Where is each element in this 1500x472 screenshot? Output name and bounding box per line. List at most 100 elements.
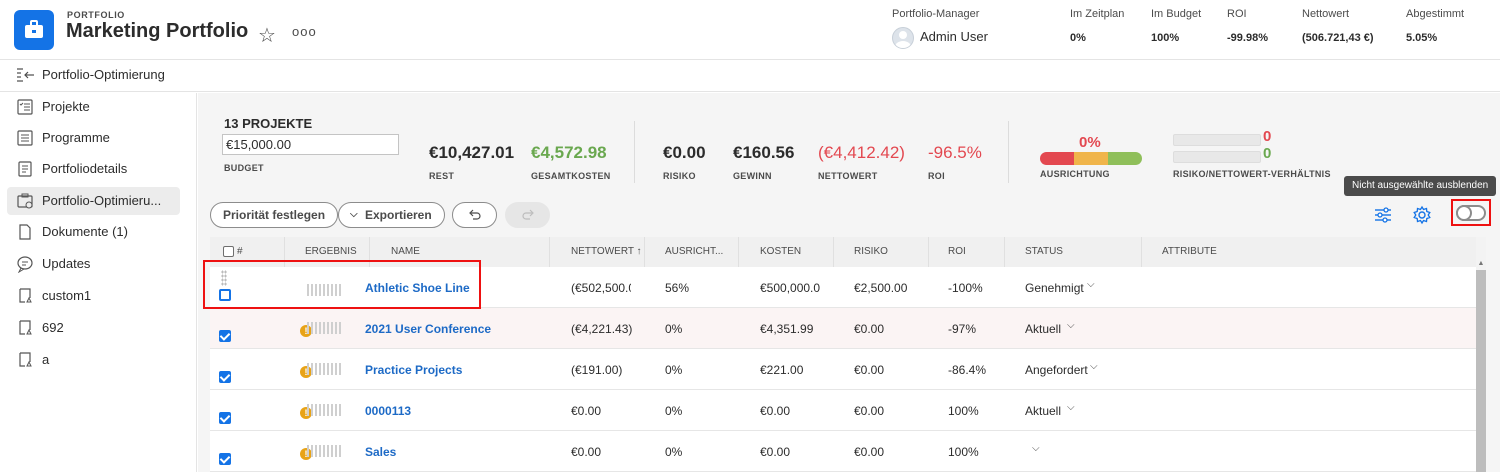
sub-header-title: Portfolio-Optimierung — [42, 67, 165, 82]
sidebar-item-label: 692 — [42, 320, 64, 335]
chevron-down-icon[interactable]: ⌵ — [1067, 320, 1075, 331]
redo-button[interactable] — [505, 202, 550, 228]
ausrichtung-cell: 0% — [665, 322, 683, 336]
chevron-down-icon[interactable]: ⌵ — [1032, 443, 1040, 454]
details-icon — [18, 161, 32, 177]
column-header-risiko[interactable]: RISIKO — [834, 237, 929, 267]
roi-cell: 100% — [948, 445, 979, 459]
column-header-status[interactable]: STATUS — [1005, 237, 1142, 267]
roi-label: ROI — [928, 171, 945, 181]
table-row[interactable]: ! Sales €0.00 0% €0.00 €0.00 100% ⌵ — [210, 431, 1476, 472]
sub-header: Portfolio-Optimierung — [0, 60, 1500, 92]
column-header-roi[interactable]: ROI — [929, 237, 1005, 267]
roi-cell: 100% — [948, 404, 979, 418]
budget-input[interactable] — [222, 134, 399, 155]
more-options-icon[interactable]: ooo — [292, 24, 317, 39]
collapse-back-icon[interactable] — [16, 67, 36, 86]
nettowert-cell: €0.00 — [571, 445, 602, 459]
profit-value: €160.56 — [733, 143, 795, 162]
kosten-cell: €0.00 — [760, 404, 791, 418]
project-name-link[interactable]: Practice Projects — [365, 363, 462, 377]
result-indicator — [307, 322, 341, 334]
project-name-link[interactable]: 0000113 — [365, 404, 411, 418]
column-header-attribute[interactable]: ATTRIBUTE — [1142, 237, 1478, 267]
star-icon[interactable]: ☆ — [258, 23, 276, 48]
custom-icon — [19, 352, 32, 367]
sidebar-item-dokumente[interactable]: Dokumente (1) — [7, 218, 180, 246]
aligned-value: 5.05% — [1406, 32, 1438, 44]
alignment-bar — [1040, 152, 1142, 165]
ausrichtung-cell: 56% — [665, 281, 690, 295]
budget-label: BUDGET — [224, 163, 264, 173]
ausrichtung-cell: 0% — [665, 404, 683, 418]
project-name-link[interactable]: 2021 User Conference — [365, 322, 491, 336]
on-schedule-value: 0% — [1070, 32, 1086, 44]
nettowert-cell: (€4,221.43) — [571, 322, 633, 336]
sidebar-item-a[interactable]: a — [7, 346, 180, 374]
portfolio-label: PORTFOLIO — [67, 10, 125, 20]
sidebar-item-programme[interactable]: Programme — [7, 124, 180, 152]
table-row[interactable]: ! 2021 User Conference (€4,221.43) 0% €4… — [210, 308, 1476, 349]
net-value-value: (506.721,43 €) — [1302, 32, 1374, 44]
table-row[interactable]: ! 0000113 €0.00 0% €0.00 €0.00 100% Aktu… — [210, 390, 1476, 431]
export-button[interactable]: ⌵ Exportieren — [338, 202, 445, 228]
sidebar: Projekte Programme Portfoliodetails Port… — [0, 93, 197, 472]
sidebar-item-portfolio-optimierung[interactable]: Portfolio-Optimieru... — [7, 187, 180, 215]
select-all-checkbox[interactable] — [223, 246, 234, 257]
rest-label: REST — [429, 171, 455, 181]
row-checkbox[interactable] — [219, 453, 231, 465]
sidebar-item-692[interactable]: 692 — [7, 314, 180, 342]
scrollbar-thumb[interactable] — [1476, 270, 1486, 472]
highlight-box — [203, 260, 481, 309]
result-indicator — [307, 404, 341, 416]
status-cell[interactable]: Aktuell — [1025, 404, 1061, 418]
gear-icon[interactable] — [1412, 205, 1432, 225]
risiko-cell: €0.00 — [854, 404, 885, 418]
custom-icon — [19, 320, 32, 335]
chevron-down-icon[interactable]: ⌵ — [1090, 361, 1098, 372]
set-priority-button[interactable]: Priorität festlegen — [210, 202, 339, 228]
undo-button[interactable] — [452, 202, 497, 228]
total-cost-label: GESAMTKOSTEN — [531, 171, 611, 181]
sidebar-item-label: Updates — [42, 256, 91, 271]
column-header-kosten[interactable]: KOSTEN — [739, 237, 834, 267]
row-checkbox[interactable] — [219, 412, 231, 424]
on-budget-label: Im Budget — [1151, 8, 1202, 20]
filter-settings-icon[interactable] — [1373, 205, 1393, 225]
column-header-nettowert[interactable]: NETTOWERT ↑ — [550, 237, 645, 267]
status-cell[interactable]: Angefordert — [1025, 363, 1088, 377]
sidebar-item-custom1[interactable]: custom1 — [7, 282, 180, 310]
ausrichtung-cell: 0% — [665, 363, 683, 377]
roi-label: ROI — [1227, 8, 1247, 20]
portfolio-app-icon[interactable] — [14, 10, 54, 50]
sidebar-item-projekte[interactable]: Projekte — [7, 93, 180, 121]
chevron-down-icon[interactable]: ⌵ — [1087, 279, 1095, 290]
status-cell[interactable]: Aktuell — [1025, 322, 1061, 336]
chevron-down-icon: ⌵ — [350, 209, 358, 220]
roi-cell: -97% — [948, 322, 977, 336]
sidebar-item-portfoliodetails[interactable]: Portfoliodetails — [7, 155, 180, 183]
row-checkbox[interactable] — [219, 330, 231, 342]
app-header: PORTFOLIO Marketing Portfolio ☆ ooo Port… — [0, 0, 1500, 60]
risk-label: RISIKO — [663, 171, 696, 181]
status-cell[interactable]: Genehmigt — [1025, 281, 1084, 295]
roi-cell: -86.4% — [948, 363, 987, 377]
sidebar-item-updates[interactable]: Updates — [7, 250, 180, 278]
chevron-down-icon[interactable]: ⌵ — [1067, 402, 1075, 413]
hide-unselected-toggle[interactable] — [1456, 205, 1486, 221]
row-checkbox[interactable] — [219, 371, 231, 383]
risk-ratio-label: RISIKO/NETTOWERT-VERHÄLTNIS — [1173, 169, 1331, 179]
rest-value: €10,427.01 — [429, 143, 515, 162]
kosten-cell: €4,351.99 — [760, 322, 814, 336]
undo-icon — [468, 209, 481, 220]
aligned-label: Abgestimmt — [1406, 8, 1465, 20]
scroll-up-icon[interactable]: ▲ — [1476, 260, 1486, 270]
project-name-link[interactable]: Sales — [365, 445, 396, 459]
table-row[interactable]: ! Practice Projects (€191.00) 0% €221.00… — [210, 349, 1476, 390]
manager-label: Portfolio-Manager — [892, 8, 980, 20]
column-header-ausrichtung[interactable]: AUSRICHT... — [645, 237, 739, 267]
kosten-cell: €0.00 — [760, 445, 791, 459]
nettowert-cell: €0.00 — [571, 404, 602, 418]
risiko-cell: €0.00 — [854, 363, 885, 377]
manager-value[interactable]: Admin User — [920, 29, 988, 44]
